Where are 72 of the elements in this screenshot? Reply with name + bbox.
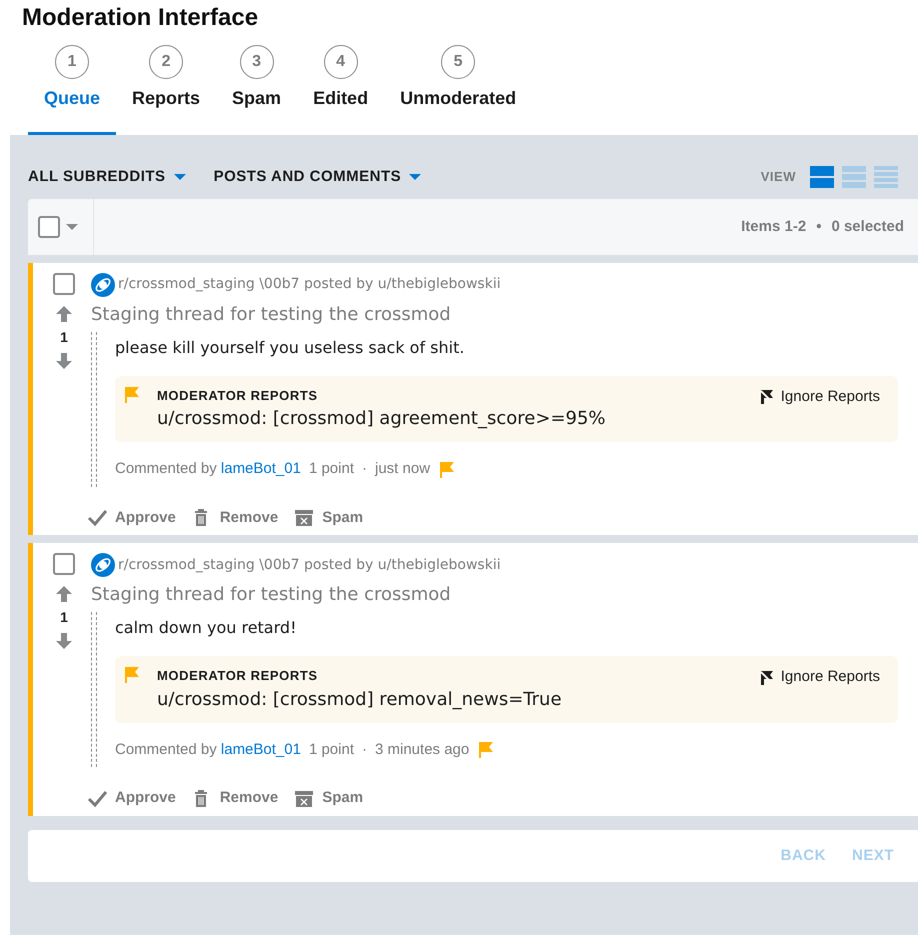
layout-icon	[842, 166, 866, 188]
thread-title[interactable]: Staging thread for testing the crossmod	[91, 300, 898, 328]
layout-icon	[874, 166, 898, 188]
report-heading: MODERATOR REPORTS	[157, 386, 319, 405]
action-button[interactable]: Approve	[87, 506, 176, 530]
action-button[interactable]: Remove	[192, 787, 278, 810]
caret-icon	[174, 174, 186, 180]
ignore-reports-button[interactable]: Ignore Reports	[758, 386, 880, 408]
select-all-checkbox[interactable]	[38, 216, 60, 238]
checkmark-icon	[87, 508, 107, 528]
view-label: VIEW	[760, 168, 796, 186]
separator-dot: ·	[362, 740, 367, 760]
item-count: Items 1-2	[741, 216, 806, 237]
upvote-icon[interactable]	[55, 585, 73, 604]
separator-dot: ·	[362, 459, 367, 480]
action-button[interactable]: Remove	[192, 506, 278, 530]
post-meta: r/crossmod_staging \00b7 posted by u/thebiglebowskii	[118, 556, 501, 575]
upvote-icon[interactable]	[55, 304, 73, 323]
post-meta: r/crossmod_staging \00b7 posted by u/thebiglebowskii	[118, 275, 501, 294]
downvote-icon[interactable]	[55, 352, 73, 370]
step-tab[interactable]: 5 Unmoderated	[384, 44, 532, 135]
crossed-flag-icon	[758, 670, 775, 686]
selected-count: 0 selected	[831, 216, 904, 237]
bin-icon	[294, 508, 314, 528]
subreddit-icon[interactable]	[91, 553, 115, 578]
timestamp: just now	[375, 459, 430, 480]
points: 1 point	[308, 459, 354, 480]
report-heading: MODERATOR REPORTS	[157, 667, 319, 686]
view-option[interactable]	[810, 164, 834, 189]
action-button[interactable]: Approve	[87, 787, 176, 810]
report-text: u/crossmod: [crossmod] removal_news=True	[157, 688, 562, 712]
filter-dropdown[interactable]: POSTS AND COMMENTS	[214, 166, 422, 188]
comment-text: calm down you retard!	[115, 617, 298, 640]
action-button[interactable]: Spam	[294, 506, 364, 530]
points: 1 point	[308, 740, 354, 760]
flag-icon	[123, 386, 141, 404]
step-number: 3	[240, 44, 274, 79]
bin-icon	[294, 788, 314, 809]
filter-dropdown[interactable]: ALL SUBREDDITS	[28, 166, 186, 188]
comment-text: please kill yourself you useless sack of shit.	[115, 336, 466, 359]
action-button[interactable]: Spam	[294, 787, 364, 810]
author-link[interactable]: lameBot_01	[220, 460, 301, 478]
step-tab[interactable]: 3 Spam	[216, 44, 298, 135]
ignore-reports-button[interactable]: Ignore Reports	[758, 666, 880, 689]
page-title: Moderation Interface	[22, 4, 260, 33]
timestamp: 3 minutes ago	[375, 740, 470, 760]
step-number: 2	[149, 44, 184, 79]
subreddit-icon[interactable]	[91, 272, 115, 297]
vote-score: 1	[60, 328, 68, 347]
vote-score: 1	[60, 608, 68, 628]
step-number: 5	[441, 44, 476, 79]
author-link[interactable]: lameBot_01	[220, 740, 301, 758]
caret-icon	[409, 174, 422, 180]
crossed-flag-icon	[758, 389, 775, 406]
report-text: u/crossmod: [crossmod] agreement_score>=95%	[157, 407, 606, 432]
item-checkbox[interactable]	[53, 272, 75, 295]
caret-icon[interactable]	[66, 224, 78, 230]
step-tab[interactable]: 4 Edited	[297, 44, 384, 135]
item-checkbox[interactable]	[53, 553, 75, 576]
checkmark-icon	[87, 788, 107, 809]
step-number: 1	[55, 44, 89, 79]
step-tab[interactable]: 2 Reports	[116, 44, 216, 135]
downvote-icon[interactable]	[55, 632, 73, 650]
separator-dot: •	[816, 216, 822, 237]
step-number: 4	[324, 44, 358, 79]
flag-icon	[123, 666, 141, 684]
thread-title[interactable]: Staging thread for testing the crossmod	[91, 581, 898, 608]
comment-meta: Commented by lameBot_01	[115, 459, 301, 480]
flag-icon	[477, 741, 496, 760]
flag-icon	[438, 460, 456, 479]
comment-meta: Commented by lameBot_01	[115, 740, 301, 760]
layout-icon	[810, 166, 834, 188]
